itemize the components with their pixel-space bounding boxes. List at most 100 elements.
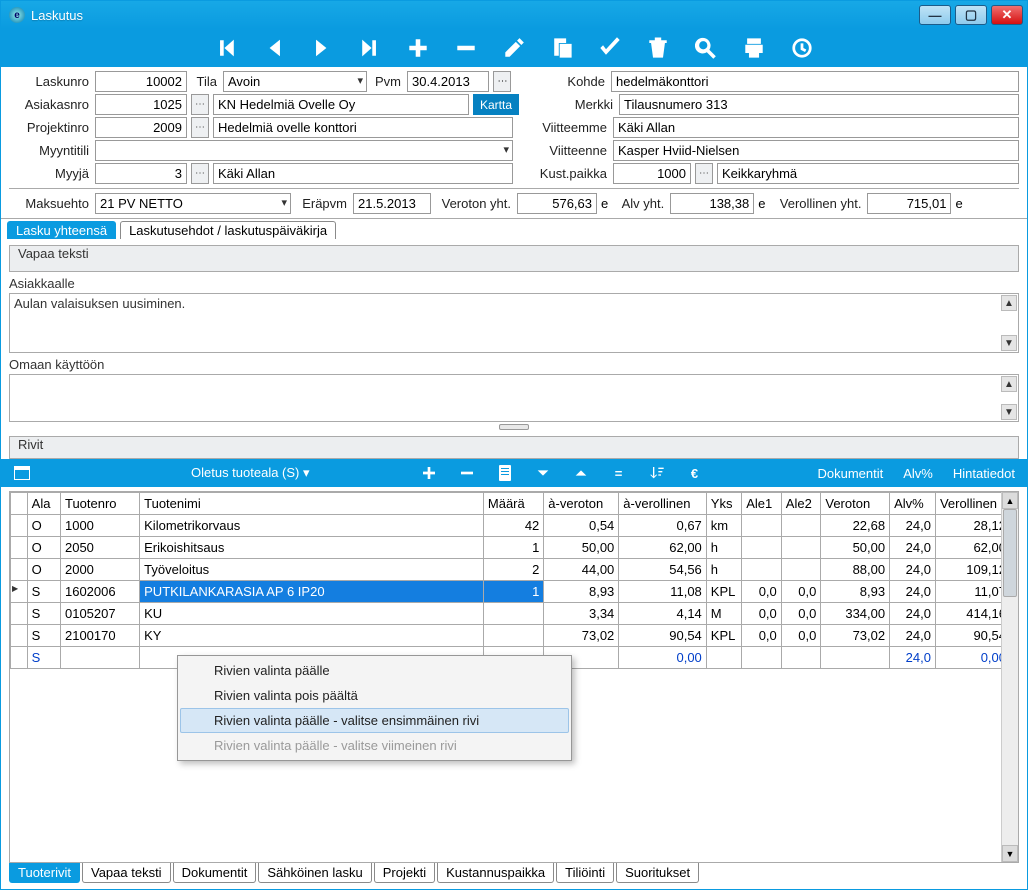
table-row[interactable]: O2050Erikoishitsaus150,0062,00h50,0024,0…	[11, 537, 1002, 559]
minimize-button[interactable]: —	[919, 5, 951, 25]
alv-link[interactable]: Alv%	[903, 466, 933, 481]
col-yks[interactable]: Yks	[706, 493, 741, 515]
col-verollinen[interactable]: Verollinen	[935, 493, 1001, 515]
viitteenne-field[interactable]	[613, 140, 1019, 161]
scroll-up-icon[interactable]: ▲	[1001, 295, 1017, 311]
edit-icon[interactable]	[502, 36, 526, 60]
row-add-icon[interactable]	[420, 464, 438, 482]
tab-tiliointi[interactable]: Tiliöinti	[556, 863, 614, 883]
tab-sahkoinen[interactable]: Sähköinen lasku	[258, 863, 371, 883]
laskunro-field[interactable]	[95, 71, 187, 92]
kustpaikka-name-field[interactable]	[717, 163, 1019, 184]
splitter-handle[interactable]	[1, 422, 1027, 432]
copy-icon[interactable]	[550, 36, 574, 60]
verollinen-field	[867, 193, 951, 214]
merkki-field[interactable]	[619, 94, 1019, 115]
next-icon[interactable]	[310, 36, 334, 60]
ok-icon[interactable]	[598, 36, 622, 60]
tab-kustannuspaikka[interactable]: Kustannuspaikka	[437, 863, 554, 883]
maximize-button[interactable]: ▢	[955, 5, 987, 25]
scroll-up-icon2[interactable]: ▲	[1001, 376, 1017, 392]
ctx-valinta-paalle[interactable]: Rivien valinta päälle	[180, 658, 569, 683]
kohde-field[interactable]	[611, 71, 1019, 92]
last-icon[interactable]	[358, 36, 382, 60]
col-ale2[interactable]: Ale2	[781, 493, 821, 515]
asiakkaalle-textarea[interactable]: Aulan valaisuksen uusiminen. ▲ ▼	[9, 293, 1019, 353]
myyntitili-select[interactable]	[95, 140, 513, 161]
search-icon[interactable]	[694, 36, 718, 60]
projektinro-field[interactable]	[95, 117, 187, 138]
row-sort-icon[interactable]	[648, 464, 666, 482]
main-toolbar	[1, 29, 1027, 67]
print-icon[interactable]	[742, 36, 766, 60]
ctx-valitse-ensimmainen[interactable]: Rivien valinta päälle - valitse ensimmäi…	[180, 708, 569, 733]
col-alv[interactable]: Alv%	[890, 493, 936, 515]
omaan-textarea[interactable]: ▲ ▼	[9, 374, 1019, 422]
hintatiedot-link[interactable]: Hintatiedot	[953, 466, 1015, 481]
kartta-button[interactable]: Kartta	[473, 94, 519, 115]
trash-icon[interactable]	[646, 36, 670, 60]
merkki-label: Merkki	[543, 97, 615, 112]
erapvm-field[interactable]	[353, 193, 431, 214]
oletus-dropdown[interactable]: Oletus tuoteala (S) ▾	[191, 465, 310, 481]
tab-suoritukset[interactable]: Suoritukset	[616, 863, 699, 883]
table-row[interactable]: S2100170KY73,0290,54KPL0,00,073,0224,090…	[11, 625, 1002, 647]
viitteemme-field[interactable]	[613, 117, 1019, 138]
scroll-down-icon[interactable]: ▼	[1001, 335, 1017, 351]
scroll-up-button[interactable]: ▲	[1002, 492, 1018, 509]
myyja-name-field[interactable]	[213, 163, 513, 184]
tab-vapaa-teksti[interactable]: Vapaa teksti	[82, 863, 171, 883]
col-ale1[interactable]: Ale1	[742, 493, 782, 515]
scroll-down-button[interactable]: ▼	[1002, 845, 1018, 862]
first-icon[interactable]	[214, 36, 238, 60]
col-ala[interactable]: Ala	[27, 493, 60, 515]
scroll-down-icon2[interactable]: ▼	[1001, 404, 1017, 420]
row-down-icon[interactable]	[534, 464, 552, 482]
row-doc-icon[interactable]	[496, 464, 514, 482]
col-tuotenimi[interactable]: Tuotenimi	[140, 493, 484, 515]
tila-select[interactable]: Avoin	[223, 71, 367, 92]
myyja-lookup-icon[interactable]: ⋯	[191, 163, 209, 184]
col-tuotenro[interactable]: Tuotenro	[60, 493, 139, 515]
tab-laskutusehdot[interactable]: Laskutusehdot / laskutuspäiväkirja	[120, 221, 336, 239]
close-button[interactable]: ✕	[991, 5, 1023, 25]
tab-dokumentit[interactable]: Dokumentit	[173, 863, 257, 883]
asiakasnro-lookup-icon[interactable]: ⋯	[191, 94, 209, 115]
table-row[interactable]: S0105207KU3,344,14M0,00,0334,0024,0414,1…	[11, 603, 1002, 625]
tab-lasku-yhteensa[interactable]: Lasku yhteensä	[7, 221, 116, 239]
prev-icon[interactable]	[262, 36, 286, 60]
kohde-label: Kohde	[535, 74, 607, 89]
tab-tuoterivit[interactable]: Tuoterivit	[9, 863, 80, 883]
maksuehto-select[interactable]: 21 PV NETTO	[95, 193, 291, 214]
window-icon[interactable]	[13, 464, 31, 482]
ctx-valinta-pois[interactable]: Rivien valinta pois päältä	[180, 683, 569, 708]
row-euro-icon[interactable]: €	[686, 464, 704, 482]
table-row[interactable]: S1602006PUTKILANKARASIA AP 6 IP2018,9311…	[11, 581, 1002, 603]
table-row[interactable]: O1000Kilometrikorvaus420,540,67km22,6824…	[11, 515, 1002, 537]
clock-icon[interactable]	[790, 36, 814, 60]
grid-scrollbar[interactable]: ▲ ▼	[1001, 492, 1018, 862]
asiakas-name-field[interactable]	[213, 94, 469, 115]
projekti-name-field[interactable]	[213, 117, 513, 138]
asiakasnro-field[interactable]	[95, 94, 187, 115]
table-row[interactable]: O2000Työveloitus244,0054,56h88,0024,0109…	[11, 559, 1002, 581]
row-remove-icon[interactable]	[458, 464, 476, 482]
kustpaikka-field[interactable]	[613, 163, 691, 184]
projektinro-lookup-icon[interactable]: ⋯	[191, 117, 209, 138]
col-averollinen[interactable]: à-verollinen	[619, 493, 707, 515]
row-up-icon[interactable]	[572, 464, 590, 482]
add-icon[interactable]	[406, 36, 430, 60]
pvm-calendar-icon[interactable]: ⋯	[493, 71, 511, 92]
col-maara[interactable]: Määrä	[483, 493, 543, 515]
col-veroton[interactable]: Veroton	[821, 493, 890, 515]
myyja-field[interactable]	[95, 163, 187, 184]
row-equals-icon[interactable]: =	[610, 464, 628, 482]
tab-projekti[interactable]: Projekti	[374, 863, 435, 883]
scroll-thumb[interactable]	[1003, 509, 1017, 597]
col-averoton[interactable]: à-veroton	[544, 493, 619, 515]
dokumentit-link[interactable]: Dokumentit	[817, 466, 883, 481]
product-grid[interactable]: Ala Tuotenro Tuotenimi Määrä à-veroton à…	[10, 492, 1001, 669]
kustpaikka-lookup-icon[interactable]: ⋯	[695, 163, 713, 184]
remove-icon[interactable]	[454, 36, 478, 60]
pvm-field[interactable]	[407, 71, 489, 92]
